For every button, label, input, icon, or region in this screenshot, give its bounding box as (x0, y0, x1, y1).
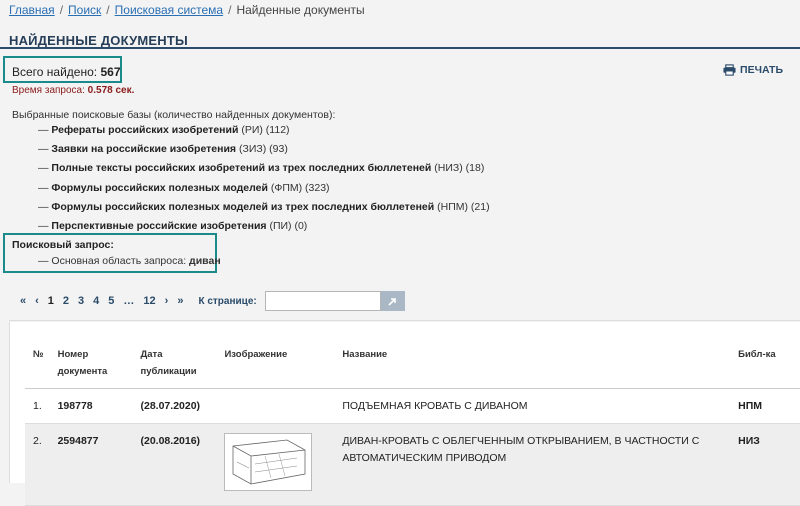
cell-document-number[interactable]: 198778 (49, 388, 133, 424)
header-library: Библ-ка (730, 336, 800, 389)
page-link[interactable]: 4 (93, 295, 99, 307)
page-link[interactable]: 2 (63, 295, 69, 307)
database-name: Заявки на российские изобретения (51, 143, 237, 156)
database-item: — Формулы российских полезных моделей из… (38, 200, 490, 213)
cell-image (216, 388, 335, 424)
header-image: Изображение (216, 336, 335, 389)
cell-title[interactable]: ДИВАН-КРОВАТЬ С ОБЛЕГЧЕННЫМ ОТКРЫВАНИЕМ,… (334, 423, 731, 506)
print-label: ПЕЧАТЬ (740, 64, 783, 76)
cell-date: (28.07.2020) (132, 388, 217, 424)
database-name: Формулы российских полезных моделей (51, 181, 268, 194)
database-count: (ПИ) (0) (269, 219, 308, 232)
time-label: Время запроса: (12, 85, 85, 96)
cell-index: 1. (25, 388, 50, 424)
query-value: диван (189, 255, 221, 267)
query-field: — Основная область запроса: диван (38, 255, 221, 267)
printer-icon (723, 64, 736, 76)
database-item: — Заявки на российские изобретения (ЗИЗ)… (38, 143, 288, 156)
query-time: Время запроса: 0.578 сек. (12, 85, 134, 96)
pagination: « ‹ 1 2 3 4 5 … 12 › » К странице: (20, 291, 405, 311)
breadcrumb-separator: / (228, 3, 232, 17)
arrow-icon (388, 297, 397, 306)
database-name: Формулы российских полезных моделей из т… (51, 200, 435, 213)
time-value: 0.578 сек. (87, 85, 135, 96)
database-list: — Рефераты российских изобретений (РИ) (… (38, 124, 490, 239)
cell-index: 2. (25, 423, 50, 506)
goto-page-label: К странице: (198, 295, 257, 307)
results-table: № Номер документа Дата публикации Изобра… (25, 336, 800, 506)
pagination-ellipsis: … (123, 295, 135, 307)
goto-page-button[interactable] (380, 291, 405, 311)
breadcrumb-system-link[interactable]: Поисковая система (115, 3, 223, 17)
breadcrumb-home-link[interactable]: Главная (9, 3, 55, 17)
breadcrumb-separator: / (106, 3, 110, 17)
database-name: Полные тексты российских изобретений из … (51, 162, 432, 175)
breadcrumb-separator: / (59, 3, 64, 17)
cell-image (216, 423, 335, 506)
table-row[interactable]: 1. 198778 (28.07.2020) ПОДЪЕМНАЯ КРОВАТЬ… (25, 388, 800, 424)
breadcrumb: Главная / Поиск / Поисковая система / Найденны… (9, 3, 365, 17)
database-count: (ЗИЗ) (93) (239, 143, 288, 156)
database-count: (РИ) (112) (241, 124, 290, 136)
table-row[interactable]: 2. 2594877 (20.08.2016) ДИВАН-КРОВАТЬ С … (25, 423, 800, 506)
page-title: НАЙДЕННЫЕ ДОКУМЕНТЫ (9, 33, 188, 48)
goto-page-input[interactable] (264, 291, 381, 311)
page-link[interactable]: 3 (78, 295, 84, 307)
cell-title[interactable]: ПОДЪЕМНАЯ КРОВАТЬ С ДИВАНОМ (334, 388, 731, 424)
database-count: (ФПМ) (323) (270, 181, 330, 194)
header-name: Название (334, 336, 731, 389)
database-item: — Формулы российских полезных моделей (Ф… (38, 181, 330, 194)
databases-heading: Выбранные поисковые базы (количество най… (12, 109, 336, 121)
database-count: (НИЗ) (18) (434, 162, 485, 175)
cell-document-number[interactable]: 2594877 (49, 423, 133, 506)
print-button[interactable]: ПЕЧАТЬ (723, 64, 783, 76)
breadcrumb-search-link[interactable]: Поиск (68, 3, 101, 17)
header-number: Номер документа (49, 336, 133, 389)
database-item: — Рефераты российских изобретений (РИ) (… (38, 124, 290, 136)
table-header-row: № Номер документа Дата публикации Изобра… (25, 336, 800, 389)
database-item: — Полные тексты российских изобретений и… (38, 162, 485, 175)
prev-page-link[interactable]: ‹ (35, 295, 39, 307)
page-link-last-number[interactable]: 12 (143, 295, 155, 307)
last-page-link[interactable]: » (177, 295, 183, 307)
next-page-link[interactable]: › (165, 295, 169, 307)
query-label: — Основная область запроса: (38, 255, 187, 267)
cell-date: (20.08.2016) (132, 423, 217, 506)
page-link-current[interactable]: 1 (48, 295, 54, 307)
section-divider (9, 320, 800, 321)
database-count: (НПМ) (21) (437, 200, 490, 213)
total-found: Всего найдено: 567 (12, 65, 121, 79)
header-index: № (25, 336, 50, 389)
patent-drawing-thumbnail[interactable] (224, 433, 313, 491)
cell-library: НИЗ (730, 423, 800, 506)
first-page-link[interactable]: « (20, 295, 26, 307)
header-date: Дата публикации (132, 336, 217, 389)
database-name: Перспективные российские изобретения (51, 219, 267, 232)
breadcrumb-current: Найденные документы (236, 3, 365, 17)
cell-library: НПМ (730, 388, 800, 424)
total-value: 567 (100, 65, 121, 79)
results-panel: № Номер документа Дата публикации Изобра… (9, 322, 800, 506)
query-title: Поисковый запрос: (12, 239, 114, 251)
database-name: Рефераты российских изобретений (51, 124, 239, 136)
total-label: Всего найдено: (12, 65, 98, 79)
page-link[interactable]: 5 (108, 295, 114, 307)
title-underline (0, 47, 800, 49)
